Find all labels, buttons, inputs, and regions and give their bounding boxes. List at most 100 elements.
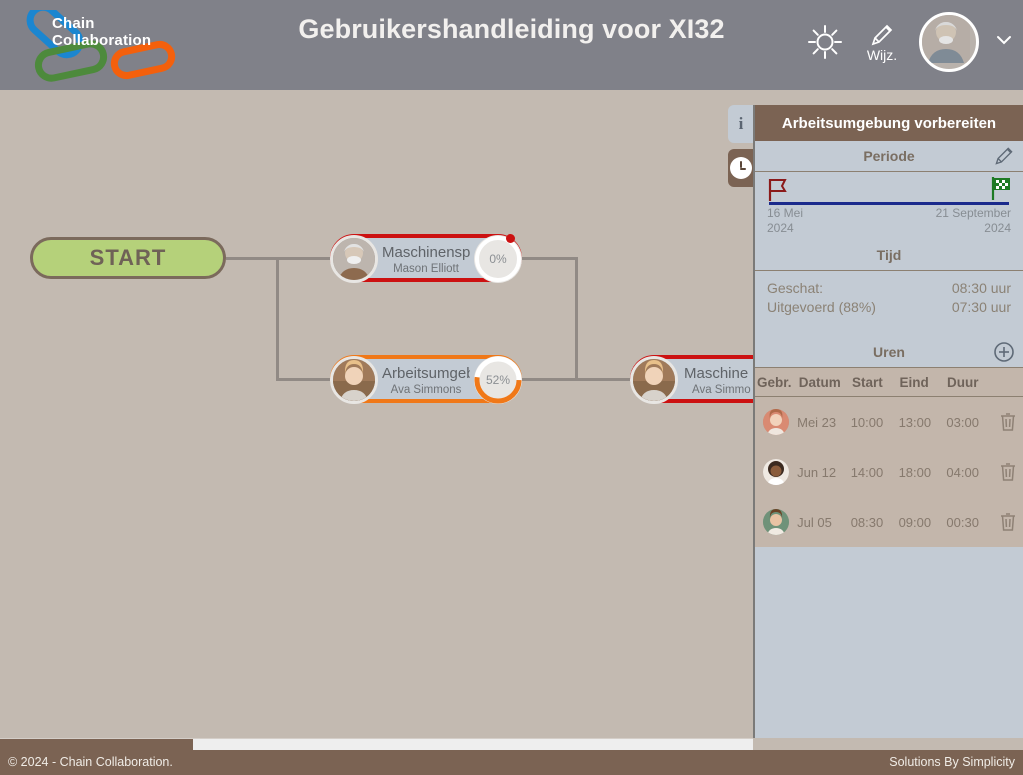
timeline-end: 21 September 2024: [936, 206, 1011, 236]
info-icon: i: [738, 114, 744, 133]
add-hours-button[interactable]: [993, 341, 1015, 366]
section-header-tijd: Tijd: [755, 240, 1023, 271]
app-root: Chain Collaboration Gebruikershandleidin…: [0, 0, 1023, 775]
hours-table: Gebr. Datum Start Eind Duur Mei 23 10:00…: [755, 368, 1023, 547]
row-duration: 00:30: [946, 514, 979, 530]
delete-row-button[interactable]: [992, 412, 1023, 432]
row-date: Jun 12: [797, 464, 837, 480]
details-panel: Arbeitsumgebung vorbereiten Periode 16 M…: [753, 105, 1023, 738]
tijd-value: 07:30 uur: [951, 299, 1011, 315]
flow-node-arbeitsumgebung[interactable]: Arbeitsumgebun… Ava Simmons 52%: [330, 355, 522, 404]
node-progress-ring: 52%: [474, 356, 522, 404]
avatar-image: [633, 359, 675, 401]
chevron-down-icon: [997, 35, 1011, 44]
delete-row-button[interactable]: [992, 512, 1023, 532]
node-progress-ring: 0%: [474, 234, 522, 283]
avatar-image: [763, 459, 790, 485]
col-header-start: Start: [852, 374, 883, 390]
flag-icon: [768, 179, 787, 201]
row-start: 08:30: [850, 514, 884, 530]
delete-row-button[interactable]: [992, 462, 1023, 482]
connector-vertical-left: [276, 257, 279, 381]
col-header-user: Gebr.: [757, 374, 792, 390]
flow-start-node[interactable]: START: [30, 237, 226, 279]
node-alert-dot: [506, 234, 515, 243]
timeline-bar: [769, 202, 1009, 205]
node-person: Ava Simmons: [390, 384, 462, 396]
footer-copyright: © 2024 - Chain Collaboration.: [8, 755, 173, 769]
node-title: Arbeitsumgebun…: [382, 365, 470, 382]
flow-start-label: START: [89, 245, 167, 270]
periode-timeline: 16 Mei 2024 21 September 2024: [755, 172, 1023, 240]
tijd-value: 08:30 uur: [951, 280, 1011, 296]
plus-circle-icon: [994, 342, 1014, 362]
section-title-tijd: Tijd: [876, 247, 902, 263]
sun-icon: [808, 25, 842, 59]
row-avatar: [755, 459, 797, 485]
row-duration: 04:00: [946, 464, 979, 480]
pencil-icon: [995, 147, 1013, 165]
row-duration: 03:00: [946, 414, 979, 430]
edit-periode-button[interactable]: [993, 145, 1015, 170]
timeline-end-year: 2024: [984, 221, 1011, 235]
pencil-icon: [871, 24, 893, 45]
row-date: Jul 05: [797, 514, 832, 530]
flow-node-maschinenspezialist[interactable]: Maschinenspezi… Mason Elliott 0%: [330, 234, 522, 283]
hours-table-header: Gebr. Datum Start Eind Duur: [755, 368, 1023, 397]
col-header-date: Datum: [798, 374, 841, 390]
tijd-label: Uitgevoerd (88%): [767, 299, 876, 315]
connector-vertical-right: [575, 257, 578, 381]
connector-node1-out: [520, 257, 578, 260]
timeline-end-date: 21 September: [935, 206, 1011, 220]
tijd-body: Geschat: 08:30 uur Uitgevoerd (88%) 07:3…: [755, 271, 1023, 323]
connector-start-to-node1: [226, 257, 340, 260]
edit-mode-button[interactable]: Wijz.: [859, 22, 905, 63]
row-end: 18:00: [898, 464, 932, 480]
timeline-dates: 16 Mei 2024 21 September 2024: [767, 206, 1011, 236]
user-avatar[interactable]: [919, 12, 979, 72]
avatar-image: [763, 409, 790, 435]
avatar-image: [922, 15, 970, 63]
tab-time[interactable]: [728, 149, 754, 187]
row-end: 13:00: [898, 414, 932, 430]
section-title-periode: Periode: [863, 148, 915, 164]
col-header-end: Eind: [899, 374, 929, 390]
section-header-periode: Periode: [755, 141, 1023, 172]
trash-icon: [1000, 513, 1015, 531]
theme-toggle-button[interactable]: [805, 22, 845, 62]
user-menu-chevron[interactable]: [993, 29, 1015, 56]
tijd-row-estimated: Geschat: 08:30 uur: [767, 279, 1011, 298]
timeline-start-date: 16 Mei: [767, 206, 804, 220]
flag-icon: [991, 177, 1010, 200]
row-start: 14:00: [850, 464, 884, 480]
node-avatar: [330, 356, 378, 404]
tijd-row-executed: Uitgevoerd (88%) 07:30 uur: [767, 298, 1011, 317]
edit-mode-label: Wijz.: [866, 46, 898, 63]
section-header-uren: Uren: [755, 337, 1023, 368]
header-actions: Wijz.: [805, 12, 1015, 72]
avatar-image: [763, 509, 790, 535]
row-end: 09:00: [898, 514, 932, 530]
avatar-image: [333, 359, 375, 401]
table-row[interactable]: Jul 05 08:30 09:00 00:30: [755, 497, 1023, 547]
row-start: 10:00: [850, 414, 884, 430]
footer-credit: Solutions By Simplicity: [889, 755, 1015, 769]
avatar-image: [333, 238, 375, 280]
tijd-label: Geschat:: [767, 280, 824, 296]
trash-icon: [1000, 463, 1015, 481]
node-avatar: [630, 356, 678, 404]
timeline-start: 16 Mei 2024: [767, 206, 803, 236]
tab-info[interactable]: i: [728, 105, 754, 143]
node-progress-label: 0%: [489, 252, 507, 266]
node-text: Arbeitsumgebun… Ava Simmons: [382, 364, 470, 397]
table-row[interactable]: Mei 23 10:00 13:00 03:00: [755, 397, 1023, 447]
table-row[interactable]: Jun 12 14:00 18:00 04:00: [755, 447, 1023, 497]
node-progress-label: 52%: [485, 373, 511, 387]
node-text: Maschinenspezi… Mason Elliott: [382, 243, 470, 276]
node-avatar: [330, 235, 378, 283]
row-date: Mei 23: [797, 414, 837, 430]
app-header: Chain Collaboration Gebruikershandleidin…: [0, 0, 1023, 90]
node-title: Maschinenspezi…: [382, 244, 470, 261]
node-person: Mason Elliott: [393, 263, 459, 275]
timeline-start-year: 2024: [767, 221, 794, 235]
